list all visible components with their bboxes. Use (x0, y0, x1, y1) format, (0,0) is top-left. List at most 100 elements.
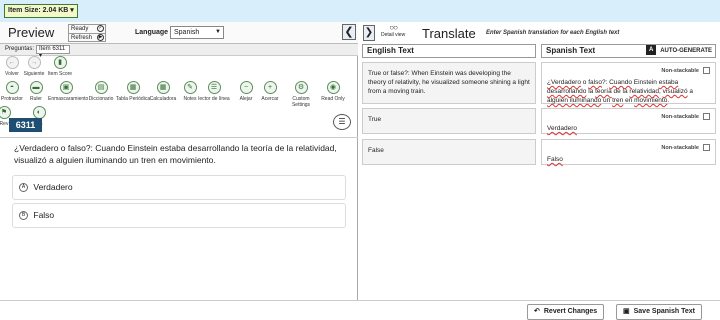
non-stackable-option[interactable]: Non-stackable (547, 144, 710, 153)
spanish-cell[interactable]: Non-stackable Falso (541, 139, 716, 165)
question-nav-row: Preguntas: Item 6311 ▾ (0, 44, 358, 59)
spanish-cell[interactable]: Non-stackable Verdadero (541, 108, 716, 134)
choice-b-text: Falso (33, 210, 55, 220)
question-select[interactable]: Item 6311 ▾ (36, 45, 70, 59)
spanish-text-fragment: tren (612, 97, 624, 104)
score-icon: ▮ (53, 56, 67, 69)
spanish-text-input[interactable]: Verdadero (547, 124, 710, 133)
expand-translate-button[interactable]: ❯ (363, 25, 375, 41)
spanish-text-fragment: a (687, 88, 694, 95)
non-stackable-option[interactable]: Non-stackable (547, 113, 710, 122)
spanish-cell[interactable]: Non-stackable ¿Verdadero o falso?: Cuand… (541, 62, 716, 104)
spanish-text-input[interactable]: Falso (547, 155, 710, 164)
spanish-text-fragment: relatividad (629, 88, 660, 95)
translate-icon: A (646, 45, 657, 56)
item-size-dropdown[interactable]: Item Size: 2.04 KB ▾ (4, 4, 78, 18)
status-box: Ready ✓ Refresh ▶ (68, 24, 106, 42)
save-spanish-text-button[interactable]: ▣ Save Spanish Text (616, 304, 702, 320)
translate-pane: ❯ ○○ Detail view Translate Enter Spanish… (359, 22, 720, 300)
glasses-icon: ○○ (389, 23, 398, 32)
preview-pane: Preview Ready ✓ Refresh ▶ Language Spani… (0, 22, 358, 300)
choice-a[interactable]: A Verdadero (12, 175, 346, 200)
choice-b[interactable]: B Falso (12, 203, 346, 228)
spanish-text-fragment: movimiento (634, 97, 668, 104)
zoom-in-icon: + (263, 81, 277, 94)
detail-view-button[interactable]: ○○ Detail view (381, 23, 405, 38)
ruler-icon: ▬ (29, 81, 43, 94)
divider (0, 137, 358, 138)
choice-letter-b: B (19, 211, 28, 221)
refresh-button[interactable]: Refresh ▶ (69, 33, 105, 41)
tool-label: Diccionario (88, 96, 114, 102)
english-cell: True (362, 108, 536, 134)
spanish-text-fragment: Verdadero (547, 125, 577, 132)
ready-status: Ready ✓ (69, 25, 105, 33)
spanish-header-label: Spanish Text (546, 46, 596, 55)
spanish-text-input[interactable]: ¿Verdadero o falso?: Cuando Einstein est… (547, 78, 710, 105)
revert-label: Revert Changes (543, 308, 598, 315)
tool-item-score[interactable]: ▮ Item Score (42, 56, 78, 77)
language-select[interactable]: Spanish ▼ (170, 26, 224, 39)
tool-lector-de-l-nea[interactable]: ☰ lector de línea (196, 81, 232, 102)
arrow-right-icon: → (27, 56, 41, 69)
chevron-down-icon: ▼ (215, 29, 221, 35)
english-cell: True or false?: When Einstein was develo… (362, 62, 536, 104)
non-stackable-label: Non-stackable (661, 145, 699, 151)
english-column-header: English Text (362, 44, 536, 58)
spanish-text-fragment: falso (588, 79, 602, 86)
non-stackable-checkbox[interactable] (703, 113, 710, 120)
non-stackable-checkbox[interactable] (703, 67, 710, 74)
read-only-icon: ◉ (326, 81, 340, 94)
settings-icon: ⚙ (294, 81, 308, 94)
question-select-value: Item 6311 (39, 46, 66, 52)
ready-label: Ready (71, 26, 89, 32)
spanish-text-fragment: Cuando (609, 79, 632, 86)
item-number-badge: 6311 (9, 118, 42, 132)
choice-letter-a: A (19, 183, 28, 193)
preview-title: Preview (8, 25, 55, 40)
translate-header: ❯ ○○ Detail view Translate Enter Spanish… (359, 22, 720, 44)
dictionary-icon: ▤ (94, 81, 108, 94)
tool-label: Custom Settings (291, 96, 311, 108)
english-header-label: English Text (367, 46, 414, 55)
spanish-text-fragment: ¿Verdadero (547, 79, 581, 86)
play-icon[interactable]: ▶ (97, 34, 104, 41)
spanish-text-fragment: teoría (595, 88, 612, 95)
auto-generate-button[interactable]: A AUTO-GENERATE (646, 45, 712, 57)
non-stackable-label: Non-stackable (661, 114, 699, 120)
protractor-icon: ◓ (5, 81, 19, 94)
non-stackable-label: Non-stackable (661, 68, 699, 74)
spanish-text-fragment: en (623, 97, 635, 104)
mask-icon: ▣ (59, 81, 73, 94)
tool-diccionario[interactable]: ▤ Diccionario (83, 81, 119, 102)
spanish-text-fragment: visualizó (662, 88, 688, 95)
tool-read-only[interactable]: ◉ Read Only (315, 81, 351, 102)
language-value: Spanish (174, 29, 200, 36)
save-icon: ▣ (623, 308, 630, 315)
tool-enmascaramiento[interactable]: ▣ Enmascaramiento (48, 81, 88, 102)
spanish-text-fragment: . (667, 97, 670, 104)
top-bar: Item Size: 2.04 KB ▾ (0, 0, 720, 22)
tool-custom-settings[interactable]: ⚙ Custom Settings (283, 81, 319, 108)
collapse-preview-button[interactable]: ❮ (342, 24, 356, 40)
revert-changes-button[interactable]: ↶ Revert Changes (527, 304, 605, 320)
tool-label: lector de línea (198, 96, 230, 102)
spanish-text-fragment: Falso (547, 156, 563, 163)
translate-hint: Enter Spanish translation for each Engli… (486, 30, 620, 36)
calculator-icon: ▦ (156, 81, 170, 94)
refresh-label: Refresh (71, 35, 93, 41)
spanish-column-header: Spanish Text A AUTO-GENERATE (541, 44, 716, 58)
non-stackable-checkbox[interactable] (703, 144, 710, 151)
save-label: Save Spanish Text (633, 308, 695, 315)
spanish-text-fragment: de la (611, 88, 630, 95)
check-icon: ✓ (97, 25, 104, 32)
non-stackable-option[interactable]: Non-stackable (547, 67, 710, 76)
preview-header: Preview Ready ✓ Refresh ▶ Language Spani… (0, 22, 358, 44)
translate-title: Translate (422, 26, 476, 41)
detail-view-label: Detail view (381, 32, 406, 38)
line-reader-icon: ☰ (207, 81, 221, 94)
tool-label: Item Score (47, 71, 73, 77)
hamburger-menu-button[interactable]: ☰ (333, 114, 351, 130)
spanish-text-fragment: la (586, 88, 596, 95)
periodic-table-icon: ▦ (126, 81, 140, 94)
